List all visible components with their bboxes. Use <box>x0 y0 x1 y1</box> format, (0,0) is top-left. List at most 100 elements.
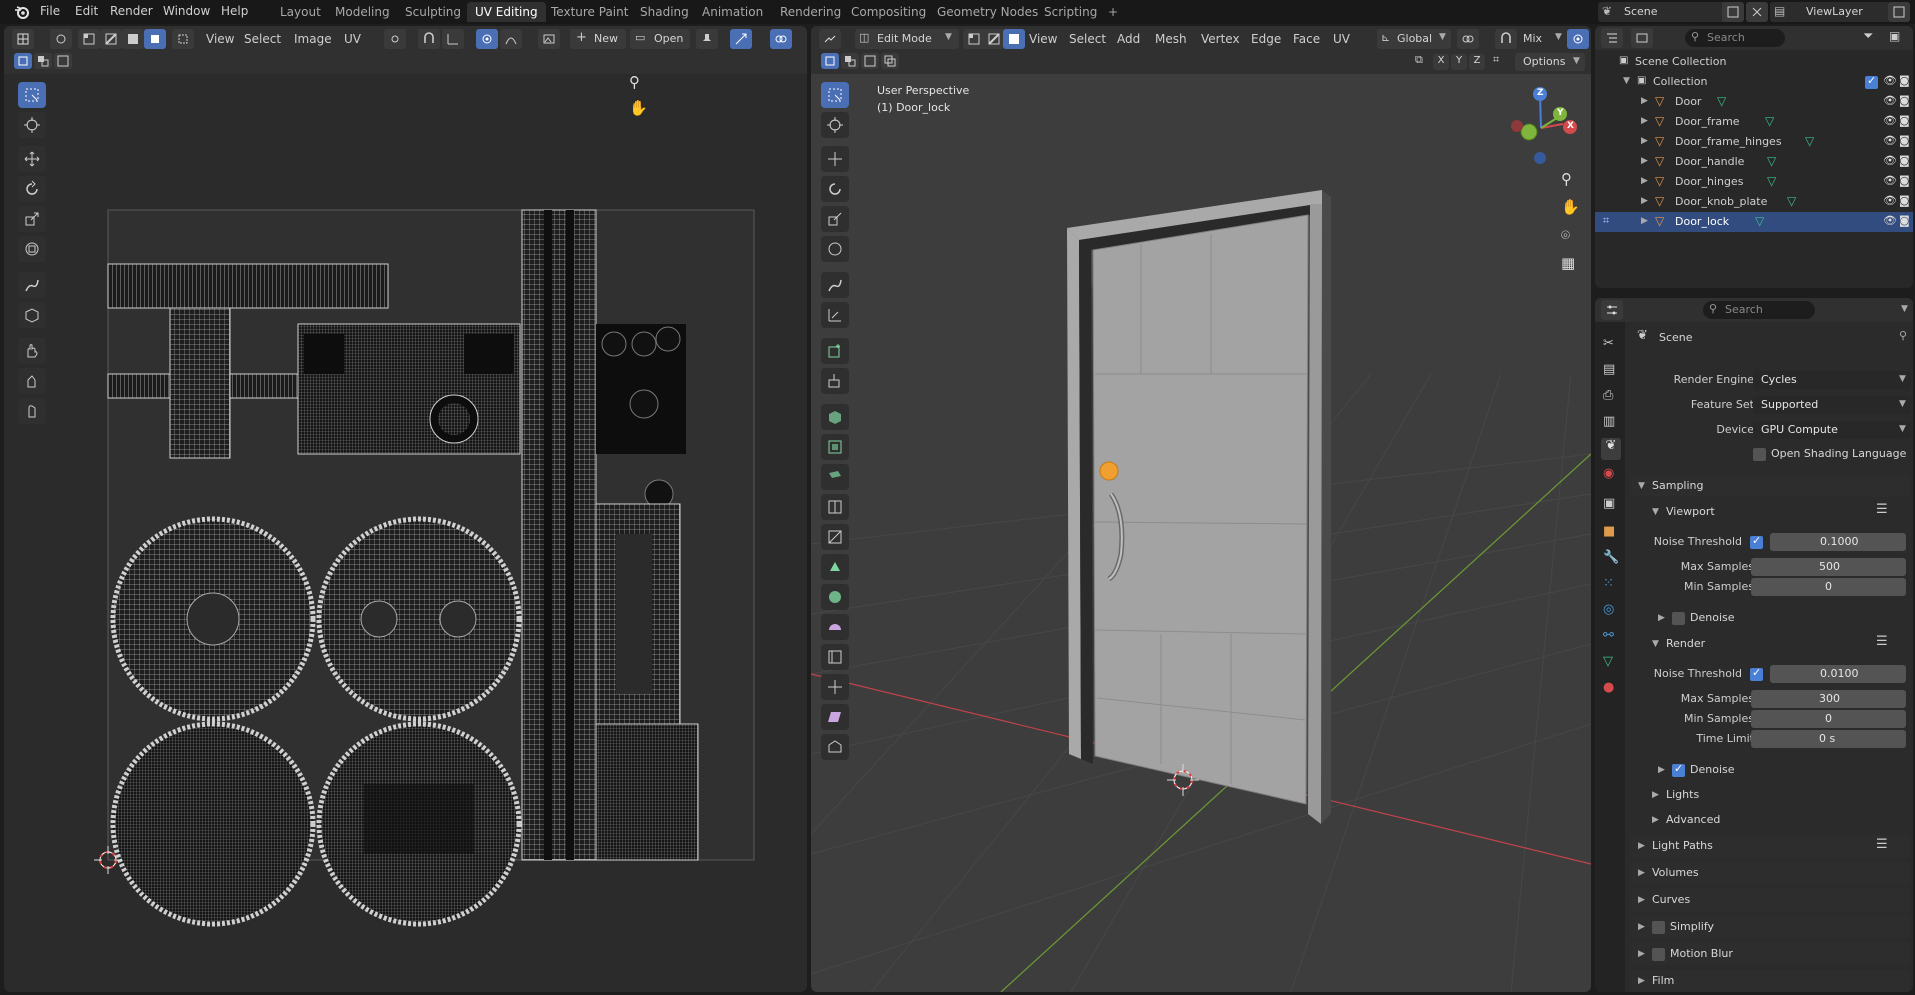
list-icon[interactable]: ☰ <box>1876 502 1888 517</box>
tool-tab-icon[interactable]: ✂ <box>1603 336 1614 351</box>
select-mode-new-icon[interactable] <box>14 53 32 69</box>
viewport-menu-mesh[interactable]: Mesh <box>1155 32 1187 46</box>
menu-edit[interactable]: Edit <box>75 4 98 18</box>
new-view-layer-icon[interactable] <box>1888 2 1910 22</box>
uv-menu-select[interactable]: Select <box>244 32 281 46</box>
uv-menu-uv[interactable]: UV <box>344 32 361 46</box>
camera-icon[interactable]: ◙ <box>1899 74 1910 87</box>
mix-selector[interactable]: Mix ▼ <box>1519 29 1569 49</box>
uv-canvas[interactable] <box>4 74 807 992</box>
motion-blur-checkbox[interactable] <box>1652 948 1665 961</box>
camera-icon[interactable]: ◙ <box>1899 154 1910 167</box>
list-icon[interactable]: ☰ <box>1876 634 1888 649</box>
camera-icon[interactable]: ◙ <box>1899 114 1910 127</box>
menu-help[interactable]: Help <box>221 4 248 18</box>
shrink-fatten-tool[interactable] <box>821 674 849 700</box>
collection-exclude-checkbox[interactable] <box>1865 74 1878 89</box>
rip-region-tool[interactable] <box>821 734 849 760</box>
mode-selector[interactable]: ◫ Edit Mode ▼ <box>855 29 959 49</box>
vp-select-intersect-icon[interactable] <box>881 53 899 69</box>
eye-icon[interactable]: 👁 <box>1883 194 1897 207</box>
outliner-row-door-frame-hinges[interactable]: ▶ ▽ Door_frame_hinges ▽ 👁 ◙ <box>1595 132 1910 152</box>
axis-toggle-y[interactable]: Y <box>1451 54 1467 70</box>
viewport-zoom-icon[interactable]: ⚲ <box>1561 170 1572 188</box>
poly-build-tool[interactable] <box>821 554 849 580</box>
r-max-samples-field[interactable]: 300 <box>1751 690 1906 708</box>
pivot-icon[interactable] <box>384 29 406 49</box>
filter-icon[interactable]: ⏷ <box>1863 29 1873 44</box>
vp-scale-tool[interactable] <box>821 206 849 232</box>
add-workspace-button[interactable]: + <box>1100 2 1126 22</box>
device-dropdown[interactable]: GPU Compute ▼ <box>1753 421 1911 439</box>
view-layer-selector[interactable]: ▤ ViewLayer <box>1770 2 1890 22</box>
viewport-menu-vertex[interactable]: Vertex <box>1201 32 1240 46</box>
sampling-panel-header[interactable]: ▼ Sampling <box>1630 475 1910 497</box>
tab-scripting[interactable]: Scripting <box>1036 2 1105 22</box>
axis-toggle-x[interactable]: X <box>1433 54 1449 70</box>
shear-tool[interactable] <box>821 704 849 730</box>
simplify-checkbox[interactable] <box>1652 921 1665 934</box>
eye-icon[interactable]: 👁 <box>1883 74 1897 87</box>
render-engine-dropdown[interactable]: Cycles ▼ <box>1753 371 1911 389</box>
viewport-subpanel-header[interactable]: ▼ Viewport ☰ <box>1644 502 1910 522</box>
constraints-tab-icon[interactable]: ⚯ <box>1603 628 1614 643</box>
world-tab-icon[interactable]: ◉ <box>1603 466 1614 481</box>
chevron-down-icon[interactable]: ▼ <box>1901 304 1908 314</box>
eye-icon[interactable]: 👁 <box>1883 114 1897 127</box>
axis-toggle-z[interactable]: Z <box>1469 54 1485 70</box>
uv-face-select-icon[interactable] <box>122 29 144 49</box>
r-noise-threshold-field[interactable]: 0.0100 <box>1770 665 1906 683</box>
knife-tool[interactable] <box>821 494 849 520</box>
tab-layout[interactable]: Layout <box>272 2 329 22</box>
ortho-toggle-icon[interactable]: ▦ <box>1561 254 1575 272</box>
scene-collection-row[interactable]: ▣ Scene Collection <box>1595 52 1860 72</box>
loop-cut-tool[interactable] <box>821 464 849 490</box>
render-tab-icon[interactable]: ▤ <box>1603 362 1615 377</box>
r-denoise-checkbox[interactable] <box>1672 762 1685 777</box>
new-collection-icon[interactable]: ▣ <box>1889 29 1900 43</box>
edge-slide-tool[interactable] <box>821 644 849 670</box>
proportional-edit-icon[interactable] <box>476 29 498 49</box>
face-select-icon[interactable] <box>1003 29 1025 49</box>
tab-rendering[interactable]: Rendering <box>772 2 849 22</box>
inset-tool[interactable] <box>821 404 849 430</box>
editor-type-icon[interactable] <box>12 29 34 49</box>
falloff-icon[interactable] <box>500 29 522 49</box>
camera-icon[interactable]: ◙ <box>1899 174 1910 187</box>
new-image-button[interactable]: + New <box>570 29 626 49</box>
film-panel[interactable]: ▶ Film <box>1630 970 1910 992</box>
viewport-pan-icon[interactable]: ✋ <box>1561 198 1580 216</box>
properties-editor-type-icon[interactable] <box>1601 300 1623 320</box>
viewport-menu-edge[interactable]: Edge <box>1251 32 1281 46</box>
uv-menu-view[interactable]: View <box>206 32 234 46</box>
viewport-editor-type-icon[interactable] <box>819 29 841 49</box>
bevel-tool[interactable] <box>821 434 849 460</box>
camera-icon[interactable]: ◙ <box>1899 134 1910 147</box>
view-layer-tab-icon[interactable]: ▥ <box>1603 414 1615 429</box>
data-tab-icon[interactable]: ▽ <box>1603 654 1613 669</box>
feature-set-dropdown[interactable]: Supported ▼ <box>1753 396 1911 414</box>
image-browse-icon[interactable] <box>538 29 560 49</box>
outliner-row-door-knob-plate[interactable]: ▶ ▽ Door_knob_plate ▽ 👁 ◙ <box>1595 192 1910 212</box>
mirror-icon[interactable]: ⧉ <box>1415 53 1431 69</box>
modifier-tab-icon[interactable]: 🔧 <box>1603 550 1619 565</box>
light-paths-panel[interactable]: ▶ Light Paths ☰ <box>1630 835 1910 857</box>
tab-geometry-nodes[interactable]: Geometry Nodes <box>929 2 1046 22</box>
vp-select-subtract-icon[interactable] <box>861 53 879 69</box>
menu-window[interactable]: Window <box>163 4 210 18</box>
smooth-tool[interactable] <box>821 614 849 640</box>
vp-max-samples-field[interactable]: 500 <box>1751 558 1906 576</box>
uv-edge-select-icon[interactable] <box>100 29 122 49</box>
camera-icon[interactable]: ◙ <box>1899 94 1910 107</box>
tab-sculpting[interactable]: Sculpting <box>397 2 469 22</box>
display-mode-icon[interactable] <box>1631 28 1653 48</box>
viewport-scene[interactable] <box>811 74 1591 992</box>
camera-icon[interactable]: ◙ <box>1899 214 1910 227</box>
eye-icon[interactable]: 👁 <box>1883 154 1897 167</box>
viewport-menu-face[interactable]: Face <box>1293 32 1320 46</box>
osl-checkbox[interactable] <box>1753 448 1766 461</box>
simplify-panel[interactable]: ▶ Simplify <box>1630 916 1910 938</box>
outliner-row-door-lock[interactable]: ⌗ ▶ ▽ Door_lock ▽ 👁 ◙ <box>1595 212 1913 232</box>
vp-move-tool[interactable] <box>821 146 849 172</box>
vp-min-samples-field[interactable]: 0 <box>1751 578 1906 596</box>
